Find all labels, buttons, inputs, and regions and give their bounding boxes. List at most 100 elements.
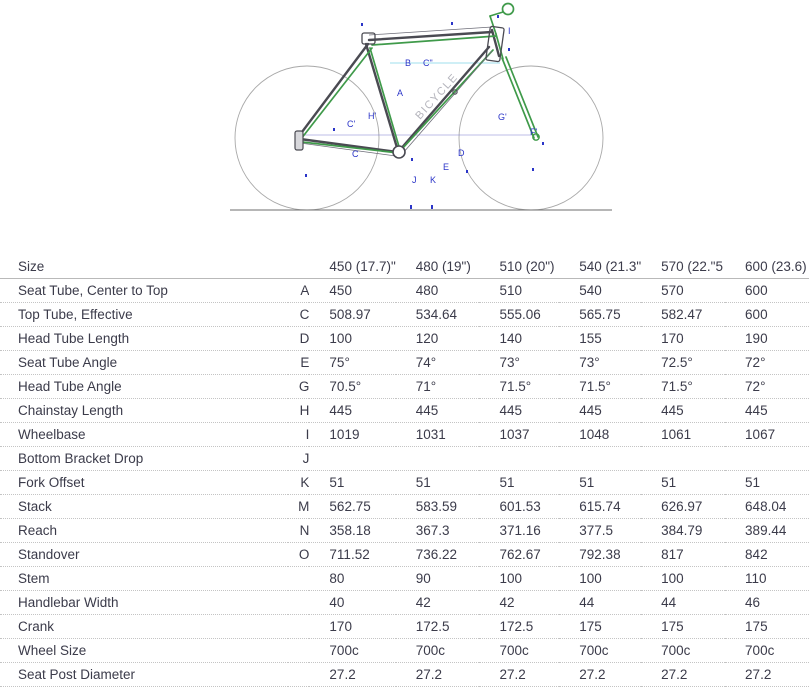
row-label: Stem — [0, 566, 288, 591]
row-value: 450 — [309, 278, 396, 303]
row-value: 72° — [725, 350, 809, 375]
size-column-header: 450 (17.7)" — [309, 255, 396, 279]
row-value: 736.22 — [395, 542, 480, 567]
row-value: 1037 — [479, 422, 560, 447]
row-value: 762.67 — [479, 542, 560, 567]
row-value: 71° — [395, 374, 480, 399]
down-tube — [397, 45, 491, 153]
row-value: 1019 — [309, 422, 396, 447]
row-value: 72.5° — [641, 350, 726, 375]
table-header-row: Size 450 (17.7)" 480 (19") 510 (20") 540 (21… — [0, 255, 809, 279]
annotation-letter: A — [397, 88, 403, 98]
row-value: 601.53 — [479, 494, 560, 519]
row-label: Head Tube Length — [0, 326, 288, 351]
table-row: Handlebar Width 40 42 42 44 44 46 — [0, 590, 809, 615]
table-row: Head Tube Length D 100 120 140 155 170 190 — [0, 326, 809, 351]
table-row: Seat Tube, Center to Top A 450 480 510 540 570… — [0, 278, 809, 303]
row-letter: J — [287, 446, 310, 471]
row-value: 27.2 — [395, 662, 480, 687]
row-letter — [287, 566, 310, 591]
tick — [431, 205, 433, 209]
row-value — [309, 446, 396, 471]
row-letter: M — [287, 494, 310, 519]
row-value: 44 — [559, 590, 642, 615]
row-value: 384.79 — [641, 518, 726, 543]
row-value: 172.5 — [395, 614, 480, 639]
row-letter: N — [287, 518, 310, 543]
annotation-letter: C' — [347, 119, 355, 129]
row-value — [641, 446, 726, 471]
top-tube — [367, 30, 494, 42]
row-value: 51 — [559, 470, 642, 495]
annotation-letter: B — [405, 58, 411, 68]
row-value: 615.74 — [559, 494, 642, 519]
row-value: 175 — [641, 614, 726, 639]
row-value: 445 — [559, 398, 642, 423]
row-value: 582.47 — [641, 302, 726, 327]
row-value: 80 — [309, 566, 396, 591]
annotation-letter: C — [352, 149, 359, 159]
annotation-letter: D — [458, 148, 465, 158]
tick — [532, 168, 534, 171]
tick — [508, 48, 510, 51]
size-column-header: 570 (22."5 — [641, 255, 726, 279]
size-header-label: Size — [0, 255, 288, 279]
annotation-letter: C" — [423, 58, 433, 68]
row-value: 1031 — [395, 422, 480, 447]
green-chainstay — [301, 141, 400, 154]
row-value: 70.5° — [309, 374, 396, 399]
annotation-letter: H' — [368, 111, 376, 121]
row-value: 27.2 — [725, 662, 809, 687]
size-column-header: 600 (23.6) — [725, 255, 809, 279]
rear-dropout — [294, 130, 304, 151]
tick — [361, 23, 363, 26]
tick — [410, 205, 412, 209]
row-value: 90 — [395, 566, 480, 591]
row-value: 51 — [309, 470, 396, 495]
annotation-letter: K — [430, 175, 436, 185]
row-value: 508.97 — [309, 302, 396, 327]
rear-wheel-circle — [234, 65, 380, 211]
row-label: Seat Tube, Center to Top — [0, 278, 288, 303]
row-label: Reach — [0, 518, 288, 543]
table-row: Stack M 562.75 583.59 601.53 615.74 626.97 648.… — [0, 494, 809, 519]
bicycle-frame-svg: BICYCLE ABCC'DEF'G'H'IJ KC" — [230, 2, 612, 211]
row-label: Chainstay Length — [0, 398, 288, 423]
down-tube-edge — [402, 50, 493, 154]
row-value — [479, 446, 560, 471]
row-letter: C — [287, 302, 310, 327]
table-row: Seat Post Diameter 27.2 27.2 27.2 27.2 27.2 27… — [0, 662, 809, 687]
row-value: 27.2 — [479, 662, 560, 687]
annotation-letter: I — [508, 26, 511, 36]
row-value: 540 — [559, 278, 642, 303]
row-label: Crank — [0, 614, 288, 639]
row-value: 51 — [725, 470, 809, 495]
annotation-letter: F' — [530, 127, 537, 137]
row-value: 792.38 — [559, 542, 642, 567]
table-row: Chainstay Length H 445 445 445 445 445 445 — [0, 398, 809, 423]
tick — [305, 174, 307, 177]
row-value: 842 — [725, 542, 809, 567]
green-stem — [489, 11, 504, 17]
frame-geometry-diagram: BICYCLE A B C C' D E F' G' H' I J K C" — [0, 0, 809, 240]
row-value: 700c — [725, 638, 809, 663]
row-value: 480 — [395, 278, 480, 303]
row-value: 73° — [479, 350, 560, 375]
row-value: 377.5 — [559, 518, 642, 543]
row-letter: E — [287, 350, 310, 375]
row-label: Fork Offset — [0, 470, 288, 495]
row-label: Handlebar Width — [0, 590, 288, 615]
tick — [411, 158, 413, 161]
row-value: 100 — [559, 566, 642, 591]
annotation-letter: J — [412, 175, 417, 185]
row-value: 190 — [725, 326, 809, 351]
row-letter — [287, 662, 310, 687]
row-value: 71.5° — [479, 374, 560, 399]
green-fork-leg-a — [501, 57, 535, 139]
table-row: Fork Offset K 51 51 51 51 51 51 — [0, 470, 809, 495]
row-value: 100 — [641, 566, 726, 591]
row-value: 44 — [641, 590, 726, 615]
row-value: 565.75 — [559, 302, 642, 327]
table-row: Standover O 711.52 736.22 762.67 792.38 817 842 — [0, 542, 809, 567]
row-value: 170 — [641, 326, 726, 351]
